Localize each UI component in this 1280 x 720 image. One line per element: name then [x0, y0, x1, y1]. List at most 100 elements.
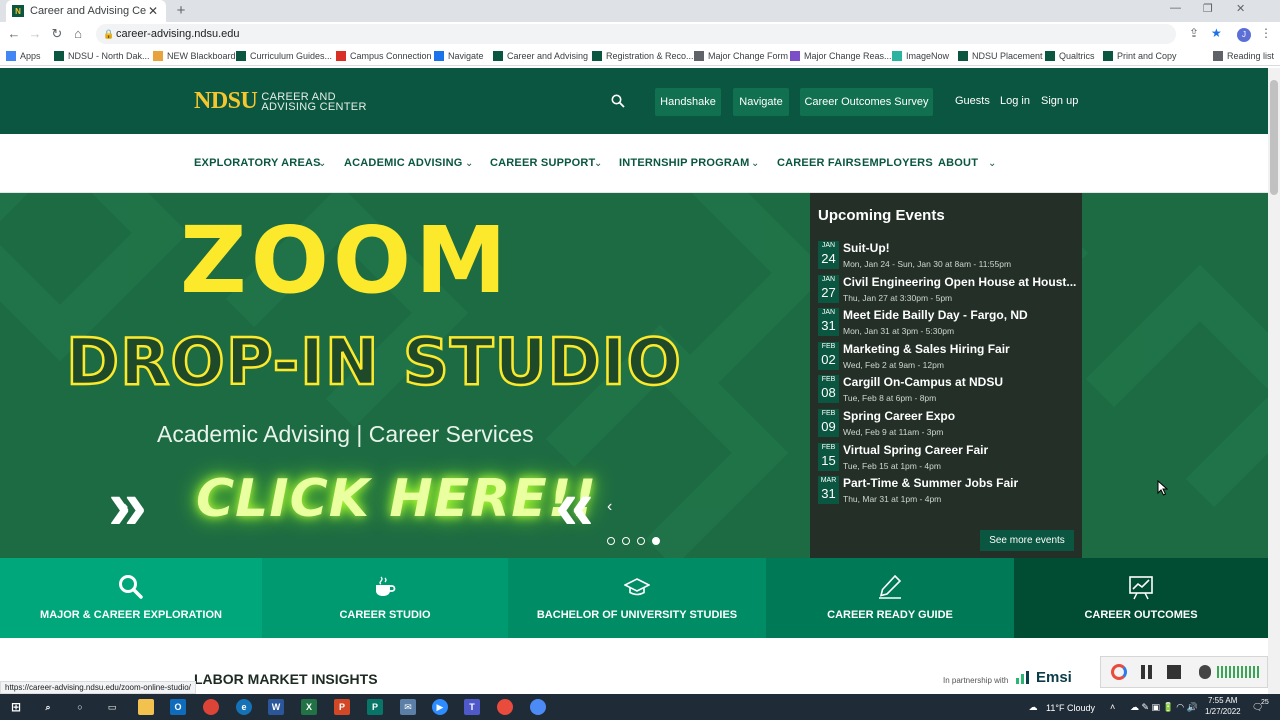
guests-link[interactable]: Guests	[955, 95, 990, 107]
bookmark-item[interactable]: Major Change Form	[694, 49, 788, 63]
weather-text[interactable]: 11°F Cloudy	[1046, 703, 1095, 713]
forward-icon[interactable]: →	[27, 26, 43, 42]
pause-icon[interactable]	[1141, 665, 1145, 679]
event-item[interactable]: FEB 15 Virtual Spring Career Fair Tue, Feb …	[818, 442, 1080, 473]
powerpoint-icon[interactable]: P	[334, 699, 350, 715]
chrome-icon[interactable]	[203, 699, 219, 715]
nav-employers[interactable]: EMPLOYERS	[862, 157, 933, 169]
teams-icon[interactable]: T	[464, 699, 480, 715]
event-title[interactable]: Marketing & Sales Hiring Fair	[843, 342, 1010, 356]
quicklink-bachelor-university-studies[interactable]: BACHELOR OF UNIVERSITY STUDIES	[508, 558, 766, 638]
bookmark-item[interactable]: Registration & Reco...	[592, 49, 694, 63]
word-icon[interactable]: W	[268, 699, 284, 715]
browser-tab[interactable]: N Career and Advising Center – No ✕	[6, 0, 166, 22]
address-bar[interactable]: 🔒 career-advising.ndsu.edu	[96, 24, 1176, 44]
event-title[interactable]: Virtual Spring Career Fair	[843, 443, 988, 457]
bookmark-item[interactable]: Qualtrics	[1045, 49, 1095, 63]
menu-kebab-icon[interactable]: ⋮	[1260, 26, 1272, 40]
stop-icon[interactable]	[1167, 665, 1181, 679]
nav-exploratory-areas[interactable]: EXPLORATORY AREAS	[194, 157, 321, 169]
nav-career-fairs[interactable]: CAREER FAIRS	[777, 157, 861, 169]
event-item[interactable]: JAN 31 Meet Eide Bailly Day - Fargo, ND Mon…	[818, 308, 1080, 338]
chevron-down-icon[interactable]: ⌄	[594, 158, 602, 169]
bookmark-item[interactable]: Apps	[6, 49, 41, 63]
home-icon[interactable]: ⌂	[70, 26, 86, 42]
quicklink-career-outcomes[interactable]: CAREER OUTCOMES	[1014, 558, 1268, 638]
publisher-icon[interactable]: P	[367, 699, 383, 715]
back-icon[interactable]: ←	[6, 26, 22, 42]
event-item[interactable]: JAN 24 Suit-Up! Mon, Jan 24 - Sun, Jan 30 a…	[818, 241, 1080, 271]
clock-date[interactable]: 1/27/2022	[1205, 707, 1241, 716]
bookmark-item[interactable]: Career and Advising	[493, 49, 588, 63]
close-window-icon[interactable]: ✕	[1236, 2, 1245, 15]
event-title[interactable]: Cargill On-Campus at NDSU	[843, 375, 1003, 389]
nav-career-support[interactable]: CAREER SUPPORT	[490, 157, 595, 169]
task-view-icon[interactable]: ▭	[104, 699, 120, 715]
slider-dot[interactable]	[652, 537, 660, 545]
handshake-button[interactable]: Handshake	[655, 88, 721, 116]
slider-next-icon[interactable]: ‹	[607, 498, 612, 516]
reload-icon[interactable]: ↻	[49, 26, 65, 42]
recorder-app-icon[interactable]	[497, 699, 513, 715]
chevron-down-icon[interactable]: ⌄	[465, 158, 473, 169]
event-title[interactable]: Spring Career Expo	[843, 409, 955, 423]
quicklink-career-ready-guide[interactable]: CAREER READY GUIDE	[766, 558, 1014, 638]
event-title[interactable]: Meet Eide Bailly Day - Fargo, ND	[843, 308, 1028, 322]
login-link[interactable]: Log in	[1000, 95, 1030, 107]
slider-dot[interactable]	[622, 537, 630, 545]
slider-prev-icon[interactable]: ›	[123, 498, 128, 516]
slider-dot[interactable]	[607, 537, 615, 545]
bookmark-item[interactable]: ImageNow	[892, 49, 949, 63]
microphone-icon[interactable]	[1199, 665, 1211, 679]
nav-academic-advising[interactable]: ACADEMIC ADVISING	[344, 157, 463, 169]
search-icon[interactable]: ⌕	[40, 699, 56, 715]
bookmark-item[interactable]: Reading list	[1213, 49, 1274, 63]
chevron-down-icon[interactable]: ⌄	[988, 158, 996, 169]
event-item[interactable]: FEB 09 Spring Career Expo Wed, Feb 9 at 11a…	[818, 409, 1080, 439]
see-more-events-button[interactable]: See more events	[980, 530, 1074, 551]
bookmark-item[interactable]: Curriculum Guides...	[236, 49, 332, 63]
close-tab-icon[interactable]: ✕	[146, 4, 160, 18]
event-item[interactable]: JAN 27 Civil Engineering Open House at Hou…	[818, 274, 1080, 305]
share-icon[interactable]: ⇪	[1189, 26, 1199, 40]
quicklink-major-career-exploration[interactable]: MAJOR & CAREER EXPLORATION	[0, 558, 262, 638]
scrollbar-thumb[interactable]	[1270, 80, 1278, 195]
navigate-button[interactable]: Navigate	[733, 88, 789, 116]
mail-app-icon[interactable]: ✉	[400, 699, 416, 715]
career-outcomes-survey-button[interactable]: Career Outcomes Survey	[800, 88, 933, 116]
bookmark-star-icon[interactable]: ★	[1211, 26, 1222, 40]
bookmark-item[interactable]: Navigate	[434, 49, 484, 63]
excel-icon[interactable]: X	[301, 699, 317, 715]
page-scrollbar[interactable]	[1268, 68, 1280, 694]
bookmark-item[interactable]: Campus Connection	[336, 49, 432, 63]
zoom-app-icon[interactable]: ▶	[432, 699, 448, 715]
quicklink-career-studio[interactable]: CAREER STUDIO	[262, 558, 508, 638]
slider-dot[interactable]	[637, 537, 645, 545]
restore-icon[interactable]: ❐	[1203, 2, 1213, 15]
tray-chevron-up-icon[interactable]: ˄	[1110, 702, 1115, 712]
profile-avatar[interactable]: J	[1237, 28, 1251, 42]
bookmark-item[interactable]: NDSU Placement	[958, 49, 1043, 63]
nav-internship-program[interactable]: INTERNSHIP PROGRAM	[619, 157, 750, 169]
event-item[interactable]: MAR 31 Part-Time & Summer Jobs Fair Thu, Ma…	[818, 476, 1080, 506]
chevron-down-icon[interactable]: ⌄	[751, 158, 759, 169]
event-title[interactable]: Part-Time & Summer Jobs Fair	[843, 476, 1018, 490]
chrome-profile-icon[interactable]	[530, 699, 546, 715]
event-item[interactable]: FEB 08 Cargill On-Campus at NDSU Tue, Feb 8…	[818, 375, 1080, 405]
minimize-icon[interactable]: —	[1170, 2, 1181, 14]
event-title[interactable]: Civil Engineering Open House at Houst...	[843, 275, 1076, 289]
windows-start-icon[interactable]: ⊞	[8, 699, 24, 715]
bookmark-item[interactable]: NDSU - North Dak...	[54, 49, 150, 63]
clock-time[interactable]: 7:55 AM	[1208, 696, 1237, 705]
edge-icon[interactable]: e	[236, 699, 252, 715]
cortana-icon[interactable]: ○	[72, 699, 88, 715]
bookmark-item[interactable]: Print and Copy	[1103, 49, 1177, 63]
event-title[interactable]: Suit-Up!	[843, 241, 890, 255]
search-icon[interactable]	[611, 94, 625, 108]
new-tab-button[interactable]: +	[172, 2, 190, 20]
bookmark-item[interactable]: Major Change Reas...	[790, 49, 892, 63]
bookmark-item[interactable]: NEW Blackboard	[153, 49, 236, 63]
system-tray-icons[interactable]: ☁ ✎ ▣ 🔋 ◠ 🔊	[1130, 702, 1198, 713]
event-item[interactable]: FEB 02 Marketing & Sales Hiring Fair Wed, F…	[818, 341, 1080, 372]
signup-link[interactable]: Sign up	[1041, 95, 1078, 107]
